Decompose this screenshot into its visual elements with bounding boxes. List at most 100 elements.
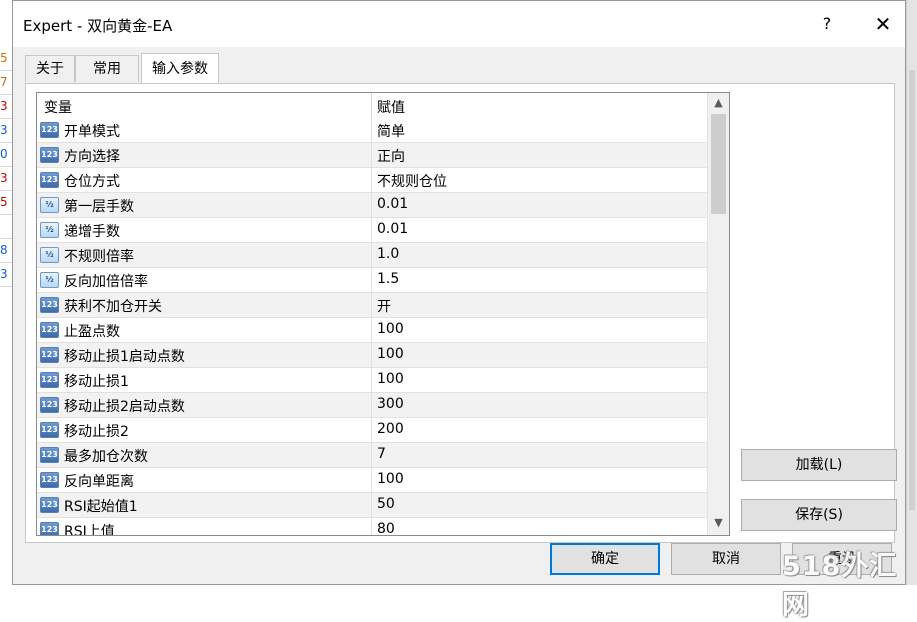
table-row[interactable]: 123 仓位方式 不规则仓位 [37,168,707,193]
header-value: 赋值 [377,100,405,116]
column-divider [371,268,372,293]
column-divider [371,218,372,243]
load-button[interactable]: 加载(L) [741,449,897,481]
close-button[interactable]: ✕ [865,9,901,39]
parameter-name: 反向加倍倍率 [64,274,148,290]
parameter-name: 方向选择 [64,149,120,165]
cancel-button[interactable]: 取消 [671,543,781,575]
integer-icon: 123 [40,497,59,513]
scroll-up-arrow-icon[interactable]: ▲ [708,93,729,113]
background-cell: 3 [0,166,12,191]
tab-about[interactable]: 关于 [25,55,75,82]
save-button[interactable]: 保存(S) [741,499,897,531]
parameter-value[interactable]: 1.0 [377,246,399,262]
double-icon: ½ [40,222,59,238]
double-icon: ½ [40,272,59,288]
parameter-name: RSI上值 [64,524,115,536]
column-divider [371,118,372,143]
column-divider [371,193,372,218]
background-scrollbar [906,0,917,585]
parameter-value[interactable]: 正向 [377,146,405,166]
parameter-value[interactable]: 100 [377,371,404,387]
parameter-name: 不规则倍率 [64,249,134,265]
parameter-value[interactable]: 0.01 [377,221,408,237]
parameter-name: 最多加仓次数 [64,449,148,465]
parameter-value[interactable]: 7 [377,446,386,462]
table-row[interactable]: 123 RSI起始值1 50 [37,493,707,518]
parameter-value[interactable]: 简单 [377,121,405,141]
scroll-down-arrow-icon[interactable]: ▼ [708,513,729,533]
column-divider [371,318,372,343]
background-cell: 5 [0,46,12,71]
column-divider [371,418,372,443]
parameter-name: 开单模式 [64,124,120,140]
parameter-value[interactable]: 100 [377,346,404,362]
table-row[interactable]: 123 移动止损1 100 [37,368,707,393]
site-watermark-logo: 518外汇网 [782,551,898,621]
parameter-value[interactable]: 50 [377,496,395,512]
column-divider [371,293,372,318]
parameter-name: 移动止损2 [64,424,129,440]
parameter-value[interactable]: 0.01 [377,196,408,212]
column-divider [371,493,372,518]
table-row[interactable]: 123 最多加仓次数 7 [37,443,707,468]
parameter-value[interactable]: 不规则仓位 [377,171,447,191]
table-row[interactable]: 123 移动止损2启动点数 300 [37,393,707,418]
integer-icon: 123 [40,522,59,535]
ok-button[interactable]: 确定 [550,543,660,575]
table-row[interactable]: ½ 不规则倍率 1.0 [37,243,707,268]
table-row[interactable]: 123 移动止损1启动点数 100 [37,343,707,368]
expert-dialog: Expert - 双向黄金-EA ? ✕ 关于 常用 输入参数 变量 赋值 12… [12,0,906,585]
parameter-name: 获利不加仓开关 [64,299,162,315]
title-bar: Expert - 双向黄金-EA ? ✕ [13,1,905,47]
table-row[interactable]: 123 方向选择 正向 [37,143,707,168]
integer-icon: 123 [40,472,59,488]
column-divider [371,243,372,268]
table-scrollbar[interactable]: ▲ ▼ [707,93,729,535]
parameter-value[interactable]: 1.5 [377,271,399,287]
parameter-name: 第一层手数 [64,199,134,215]
column-divider [371,518,372,535]
parameter-name: 移动止损2启动点数 [64,399,185,415]
scroll-thumb[interactable] [711,114,726,214]
integer-icon: 123 [40,297,59,313]
double-icon: ½ [40,197,59,213]
table-row[interactable]: 123 移动止损2 200 [37,418,707,443]
table-row[interactable]: 123 RSI上值 80 [37,518,707,536]
parameter-name: 移动止损1 [64,374,129,390]
background-cell: 5 [0,190,12,215]
table-row[interactable]: 123 止盈点数 100 [37,318,707,343]
background-cell: 3 [0,118,12,143]
table-row[interactable]: 123 开单模式 简单 [37,118,707,143]
column-divider [371,468,372,493]
tab-common[interactable]: 常用 [75,55,139,82]
table-row[interactable]: ½ 递增手数 0.01 [37,218,707,243]
parameter-value[interactable]: 100 [377,321,404,337]
integer-icon: 123 [40,172,59,188]
header-divider [371,93,372,118]
help-button[interactable]: ? [809,9,845,39]
table-row[interactable]: 123 获利不加仓开关 开 [37,293,707,318]
tab-inputs[interactable]: 输入参数 [141,53,219,83]
table-row[interactable]: ½ 反向加倍倍率 1.5 [37,268,707,293]
parameter-name: 仓位方式 [64,174,120,190]
parameter-value[interactable]: 300 [377,396,404,412]
integer-icon: 123 [40,447,59,463]
column-divider [371,368,372,393]
parameter-name: RSI起始值1 [64,499,138,515]
column-divider [371,168,372,193]
parameter-value[interactable]: 开 [377,296,391,316]
parameter-value[interactable]: 100 [377,471,404,487]
parameter-name: 止盈点数 [64,324,120,340]
parameter-name: 移动止损1启动点数 [64,349,185,365]
background-cell: 3 [0,262,12,287]
background-cell [0,214,12,239]
column-divider [371,343,372,368]
table-row[interactable]: ½ 第一层手数 0.01 [37,193,707,218]
table-row[interactable]: 123 反向单距离 100 [37,468,707,493]
background-cell: 0 [0,142,12,167]
parameter-name: 递增手数 [64,224,120,240]
parameter-value[interactable]: 80 [377,521,395,535]
integer-icon: 123 [40,122,59,138]
parameter-value[interactable]: 200 [377,421,404,437]
